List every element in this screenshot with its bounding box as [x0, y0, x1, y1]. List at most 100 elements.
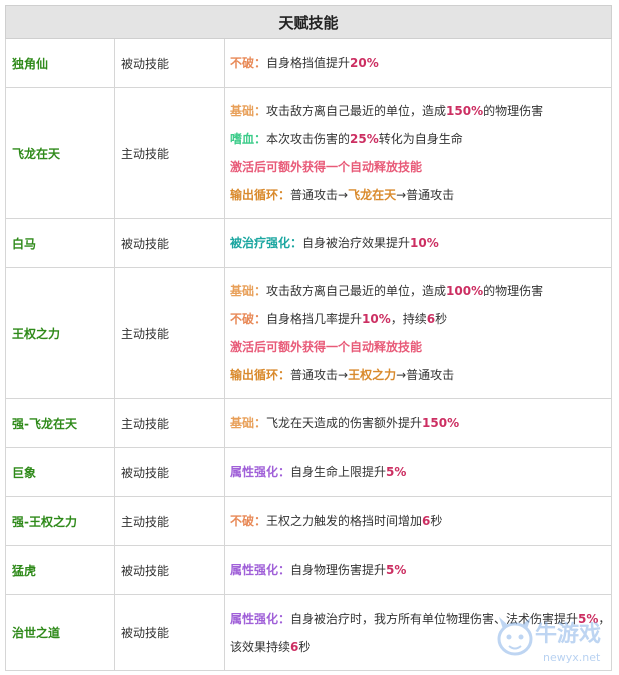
skill-type: 主动技能 [114, 267, 225, 399]
watermark-text: 牛游戏 [535, 621, 601, 647]
table-row: 巨象 被动技能 属性强化：自身生命上限提升5% [5, 447, 613, 497]
description-segment: 5% [386, 563, 407, 577]
description-segment: 秒 [435, 312, 448, 326]
skill-name: 王权之力 [5, 267, 115, 399]
mascot-icon [497, 617, 533, 656]
description-segment: 飞龙在天 [348, 188, 397, 202]
skill-type: 被动技能 [114, 545, 225, 595]
description-segment: 不破： [230, 514, 267, 528]
description-segment: 基础： [230, 284, 267, 298]
table-title: 天赋技能 [4, 5, 613, 39]
description-segment: 自身物理伤害提升 [290, 563, 387, 577]
skill-type: 主动技能 [114, 398, 225, 448]
table-row: 独角仙 被动技能 不破：自身格挡值提升20% [5, 38, 613, 88]
skill-type: 被动技能 [114, 447, 225, 497]
table-row: 王权之力 主动技能 基础：攻击敌方离自己最近的单位，造成100%的物理伤害 不破：自身… [5, 267, 613, 399]
description-line: 输出循环：普通攻击→王权之力→普通攻击 [230, 361, 606, 389]
description-segment: 不破： [230, 312, 267, 326]
description-segment: 基础： [230, 416, 267, 430]
description-line: 属性强化：自身生命上限提升5% [230, 458, 606, 486]
description-line: 激活后可额外获得一个自动释放技能 [230, 153, 606, 181]
description-segment: 属性强化： [230, 465, 291, 479]
description-segment: 20% [350, 56, 379, 70]
description-segment: 转化为自身生命 [378, 132, 463, 146]
skill-name: 强-飞龙在天 [5, 398, 115, 448]
description-line: 被治疗强化：自身被治疗效果提升10% [230, 229, 606, 257]
skill-description: 不破：自身格挡值提升20% [223, 38, 613, 88]
description-line: 基础：攻击敌方离自己最近的单位，造成100%的物理伤害 [230, 277, 606, 305]
description-line: 不破：自身格挡值提升20% [230, 49, 606, 77]
talent-skills-table: 天赋技能 独角仙 被动技能 不破：自身格挡值提升20% 飞龙在天 主动技能 基础：攻击敌方… [4, 5, 613, 671]
description-segment: 属性强化： [230, 563, 291, 577]
skill-description: 属性强化：自身生命上限提升5% [223, 447, 613, 497]
description-segment: 自身格挡值提升 [266, 56, 351, 70]
description-segment: 被治疗强化： [230, 236, 303, 250]
skill-description: 基础：攻击敌方离自己最近的单位，造成150%的物理伤害 嗜血：本次攻击伤害的25%… [223, 87, 613, 219]
description-segment: 自身生命上限提升 [290, 465, 387, 479]
description-segment: 5% [386, 465, 407, 479]
skill-description: 不破：王权之力触发的格挡时间增加6秒 [223, 496, 613, 546]
skill-type: 被动技能 [114, 218, 225, 268]
skill-type: 主动技能 [114, 87, 225, 219]
skill-description: 属性强化：自身物理伤害提升5% [223, 545, 613, 595]
skill-description: 基础：攻击敌方离自己最近的单位，造成100%的物理伤害 不破：自身格挡几率提升10… [223, 267, 613, 399]
description-line: 属性强化：自身物理伤害提升5% [230, 556, 606, 584]
description-segment: →普通攻击 [396, 188, 455, 202]
description-segment: 激活后可额外获得一个自动释放技能 [230, 340, 423, 354]
description-line: 嗜血：本次攻击伤害的25%转化为自身生命 [230, 125, 606, 153]
description-segment: 25% [350, 132, 379, 146]
skill-type: 主动技能 [114, 496, 225, 546]
description-segment: 嗜血： [230, 132, 267, 146]
description-line: 基础：飞龙在天造成的伤害额外提升150% [230, 409, 606, 437]
table-body: 独角仙 被动技能 不破：自身格挡值提升20% 飞龙在天 主动技能 基础：攻击敌方离自己最近… [5, 38, 613, 671]
description-segment: →普通攻击 [396, 368, 455, 382]
skill-name: 飞龙在天 [5, 87, 115, 219]
skill-name: 治世之道 [5, 594, 115, 671]
table-row: 强-王权之力 主动技能 不破：王权之力触发的格挡时间增加6秒 [5, 496, 613, 546]
table-row: 猛虎 被动技能 属性强化：自身物理伤害提升5% [5, 545, 613, 595]
skill-type: 被动技能 [114, 38, 225, 88]
description-segment: 秒 [298, 639, 311, 654]
table-row: 飞龙在天 主动技能 基础：攻击敌方离自己最近的单位，造成150%的物理伤害 嗜血：本次… [5, 87, 613, 219]
description-segment: 普通攻击→ [290, 188, 349, 202]
description-segment: ，持续 [390, 312, 427, 326]
skill-name: 巨象 [5, 447, 115, 497]
description-segment: 150% [422, 416, 460, 430]
description-segment: 激活后可额外获得一个自动释放技能 [230, 160, 423, 174]
description-segment: 王权之力 [348, 368, 397, 382]
description-segment: 本次攻击伤害的 [266, 132, 351, 146]
watermark-url: newyx.net [543, 651, 601, 664]
description-line: 不破：自身格挡几率提升10%，持续6秒 [230, 305, 606, 333]
skill-description: 被治疗强化：自身被治疗效果提升10% [223, 218, 613, 268]
description-segment: 属性强化： [230, 611, 291, 626]
description-line: 输出循环：普通攻击→飞龙在天→普通攻击 [230, 181, 606, 209]
description-segment: 输出循环： [230, 368, 291, 382]
skill-name: 强-王权之力 [5, 496, 115, 546]
description-segment: 的物理伤害 [483, 284, 544, 298]
table-header-row: 天赋技能 [4, 5, 613, 39]
description-line: 激活后可额外获得一个自动释放技能 [230, 333, 606, 361]
description-segment: 的物理伤害 [483, 104, 544, 118]
description-segment: 飞龙在天造成的伤害额外提升 [266, 416, 423, 430]
talent-skills-table-container: 天赋技能 独角仙 被动技能 不破：自身格挡值提升20% 飞龙在天 主动技能 基础：攻击敌方… [4, 5, 613, 671]
description-segment: 150% [446, 104, 484, 118]
description-segment: 10% [410, 236, 439, 250]
description-line: 不破：王权之力触发的格挡时间增加6秒 [230, 507, 606, 535]
description-segment: 自身被治疗效果提升 [302, 236, 411, 250]
description-segment: 普通攻击→ [290, 368, 349, 382]
description-segment: 6 [426, 312, 436, 326]
description-segment: 该效果持续 [230, 639, 291, 654]
description-segment: 基础： [230, 104, 267, 118]
description-segment: 输出循环： [230, 188, 291, 202]
skill-name: 猛虎 [5, 545, 115, 595]
skill-name: 独角仙 [5, 38, 115, 88]
description-segment: 攻击敌方离自己最近的单位，造成 [266, 284, 447, 298]
description-segment: 100% [446, 284, 484, 298]
description-segment: 不破： [230, 56, 267, 70]
skill-name: 白马 [5, 218, 115, 268]
description-segment: 秒 [430, 514, 443, 528]
description-segment: 王权之力触发的格挡时间增加 [266, 514, 423, 528]
skill-type: 被动技能 [114, 594, 225, 671]
description-segment: 10% [362, 312, 391, 326]
table-row: 强-飞龙在天 主动技能 基础：飞龙在天造成的伤害额外提升150% [5, 398, 613, 448]
